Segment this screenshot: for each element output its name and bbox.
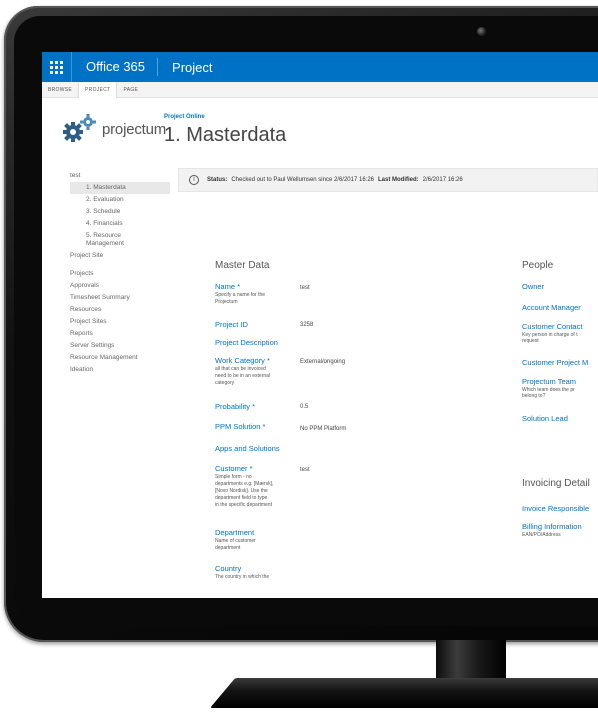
work-category-field: Work Category * all that can be invoiced…: [215, 356, 295, 386]
status-bar: i Status: Checked out to Paul Wellumsen …: [178, 168, 598, 192]
nav-item-schedule[interactable]: 3. Schedule: [70, 206, 170, 218]
nav-item-label: 5. Resource: [86, 232, 122, 239]
invoice-responsible-field[interactable]: Invoice Responsible: [522, 504, 589, 513]
field-desc: The country in which the: [215, 574, 270, 580]
nav-item-financials[interactable]: 4. Financials: [70, 218, 170, 230]
field-desc: departments e.g. [Mærsk],: [215, 481, 274, 487]
nav-item-reports[interactable]: Reports: [70, 328, 170, 340]
office365-brand[interactable]: Office 365: [72, 58, 159, 76]
work-category-value[interactable]: External/ongoing: [300, 359, 345, 365]
field-desc: need to be in an external: [215, 373, 271, 379]
customer-contact-field[interactable]: Customer Contact: [522, 322, 582, 331]
field-label: Department: [215, 528, 255, 537]
monitor-stand-base: [210, 678, 598, 708]
nav-item-masterdata[interactable]: 1. Masterdata: [70, 182, 170, 194]
invoicing-heading: Invoicing Detail: [522, 478, 590, 489]
ribbon-tabs: BROWSE PROJECT PAGE: [42, 81, 598, 98]
field-desc: department: [215, 545, 241, 551]
nav-item-resource-management-main[interactable]: Resource Management: [70, 352, 170, 364]
field-desc: EAN/PO/Address: [522, 532, 561, 538]
billing-information-field[interactable]: Billing Information: [522, 522, 582, 531]
field-label: Project Description: [215, 338, 278, 347]
logo-text: projectum: [102, 120, 167, 138]
field-desc: Projectum: [215, 299, 238, 305]
nav-item-label: Management: [86, 240, 124, 247]
people-heading: People: [522, 260, 554, 271]
country-field: Country The country in which the: [215, 564, 295, 580]
nav-item-server-settings[interactable]: Server Settings: [70, 340, 170, 352]
info-icon: i: [189, 175, 199, 185]
field-desc: belong to?: [522, 393, 546, 399]
master-data-heading: Master Data: [215, 260, 270, 271]
name-value[interactable]: test: [300, 285, 310, 291]
app-launcher-icon[interactable]: [42, 52, 72, 82]
status-text: Checked out to Paul Wellumsen since 2/6/…: [231, 177, 374, 183]
nav-item-project-sites[interactable]: Project Sites: [70, 316, 170, 328]
tab-browse[interactable]: BROWSE: [42, 87, 78, 93]
field-desc: Specify a name for the: [215, 292, 266, 298]
customer-project-manager-field[interactable]: Customer Project M: [522, 358, 588, 367]
nav-item-test[interactable]: test: [70, 170, 170, 182]
field-desc: department field to type: [215, 495, 268, 501]
field-desc: request: [522, 338, 539, 344]
field-label: Name *: [215, 282, 241, 291]
field-desc: [Novo Nordisk]. Use the: [215, 488, 268, 494]
department-field: Department Name of customer department: [215, 528, 295, 551]
project-description-field: Project Description: [215, 338, 295, 347]
ppm-solution-field: PPM Solution *: [215, 422, 295, 431]
nav-item-ideation[interactable]: Ideation: [70, 364, 170, 376]
owner-field[interactable]: Owner: [522, 282, 544, 291]
field-desc: Name of customer: [215, 538, 256, 544]
field-label: Probability *: [215, 402, 256, 411]
field-label: Work Category *: [215, 356, 270, 365]
nav-item-approvals[interactable]: Approvals: [70, 280, 170, 292]
gear-icon: [63, 114, 96, 142]
nav-item-resources[interactable]: Resources: [70, 304, 170, 316]
suite-bar: Office 365 Project: [42, 52, 598, 82]
modified-text: 2/6/2017 16:26: [422, 177, 463, 183]
tab-project[interactable]: PROJECT: [78, 81, 118, 98]
field-desc: in the specific department: [215, 502, 272, 508]
solution-lead-field[interactable]: Solution Lead: [522, 414, 568, 423]
screen: Office 365 Project BROWSE PROJECT PAGE p…: [42, 52, 598, 598]
project-id-value[interactable]: 3258: [300, 322, 313, 328]
field-label: Project ID: [215, 320, 248, 329]
webcam-icon: [477, 27, 486, 36]
modified-label: Last Modified:: [378, 177, 419, 183]
field-desc: Simple form - no: [215, 474, 252, 480]
nav-item-evaluation[interactable]: 2. Evaluation: [70, 194, 170, 206]
nav-item-project-site[interactable]: Project Site: [70, 250, 170, 262]
left-navigation: test 1. Masterdata 2. Evaluation 3. Sche…: [70, 170, 170, 376]
projectum-logo[interactable]: projectum: [60, 112, 166, 146]
nav-item-timesheet-summary[interactable]: Timesheet Summary: [70, 292, 170, 304]
field-label: PPM Solution *: [215, 422, 266, 431]
name-field: Name * Specify a name for the Projectum: [215, 282, 295, 305]
customer-field: Customer * Simple form - no departments …: [215, 464, 295, 508]
nav-item-projects[interactable]: Projects: [70, 268, 170, 280]
customer-value[interactable]: test: [300, 467, 310, 473]
page-title: 1. Masterdata: [164, 124, 287, 146]
field-desc: all that can be invoiced: [215, 366, 266, 372]
tab-page[interactable]: PAGE: [117, 87, 144, 93]
nav-item-resource-management[interactable]: 5. Resource Management: [70, 230, 170, 250]
status-label: Status:: [207, 177, 228, 183]
ppm-solution-value[interactable]: No PPM Platform: [300, 426, 346, 432]
monitor-stand-neck: [436, 640, 506, 682]
field-label: Country: [215, 564, 242, 573]
field-label: Apps and Solutions: [215, 444, 280, 453]
apps-solutions-field: Apps and Solutions: [215, 444, 295, 453]
projectum-team-field[interactable]: Projectum Team: [522, 377, 576, 386]
breadcrumb[interactable]: Project Online: [164, 114, 205, 120]
probability-value[interactable]: 0.5: [300, 404, 308, 410]
account-manager-field[interactable]: Account Manager: [522, 303, 581, 312]
probability-field: Probability *: [215, 402, 295, 411]
project-id-field: Project ID: [215, 320, 295, 329]
field-desc: category: [215, 380, 235, 386]
field-label: Customer *: [215, 464, 253, 473]
app-title[interactable]: Project: [158, 60, 212, 75]
